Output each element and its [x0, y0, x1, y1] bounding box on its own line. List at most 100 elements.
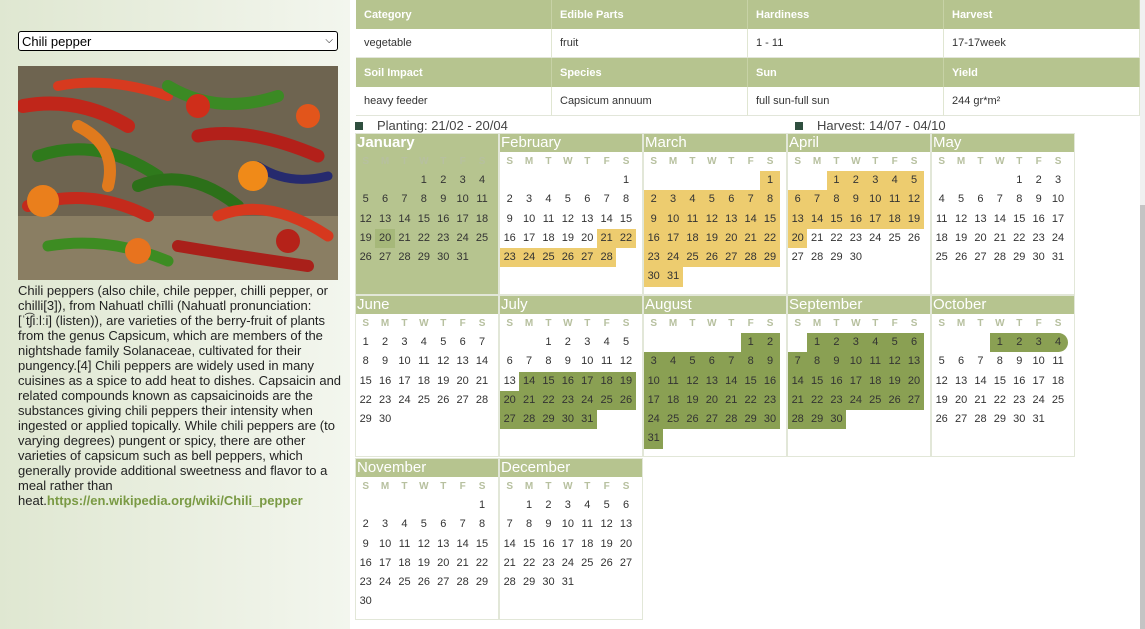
calendar-day[interactable]: 21 [807, 229, 826, 248]
calendar-day[interactable]: 14 [721, 371, 741, 391]
calendar-day[interactable]: 26 [434, 391, 453, 410]
calendar-day[interactable]: 9 [1010, 352, 1029, 371]
calendar-day[interactable]: 8 [740, 352, 761, 372]
calendar-day[interactable]: 1 [414, 171, 433, 190]
calendar-day[interactable]: 22 [740, 390, 761, 411]
calendar-day[interactable]: 28 [971, 410, 990, 429]
calendar-day[interactable]: 16 [846, 209, 866, 229]
calendar-day[interactable]: 27 [500, 410, 520, 430]
calendar-day[interactable]: 6 [721, 190, 741, 210]
calendar-day[interactable]: 24 [1048, 229, 1067, 248]
calendar-day[interactable]: 4 [682, 190, 703, 210]
calendar-day[interactable]: 20 [702, 390, 722, 411]
calendar-day[interactable]: 1 [826, 171, 847, 191]
calendar-day[interactable]: 8 [472, 515, 491, 534]
calendar-day[interactable]: 15 [740, 371, 761, 391]
calendar-day[interactable]: 11 [472, 190, 491, 209]
calendar-day[interactable]: 16 [1010, 372, 1029, 391]
calendar-day[interactable]: 31 [1048, 248, 1067, 267]
calendar-day[interactable]: 28 [740, 248, 761, 268]
calendar-day[interactable]: 23 [539, 554, 558, 573]
calendar-day[interactable]: 19 [597, 535, 616, 554]
calendar-day[interactable]: 14 [519, 371, 539, 391]
calendar-day[interactable]: 18 [414, 372, 433, 391]
calendar-day[interactable]: 30 [434, 248, 453, 267]
calendar-day[interactable]: 3 [453, 171, 472, 190]
calendar-day[interactable]: 10 [519, 210, 538, 229]
calendar-day[interactable]: 25 [472, 229, 491, 248]
calendar-day[interactable]: 23 [434, 229, 453, 248]
calendar-day[interactable]: 25 [932, 248, 951, 267]
calendar-day[interactable]: 17 [395, 372, 414, 391]
calendar-day[interactable]: 1 [519, 496, 538, 515]
calendar-day[interactable]: 10 [453, 190, 472, 209]
calendar-day[interactable]: 14 [740, 209, 761, 229]
calendar-day[interactable]: 28 [453, 573, 472, 592]
calendar-day[interactable]: 3 [865, 171, 885, 191]
calendar-day[interactable]: 7 [971, 352, 990, 371]
calendar-day[interactable]: 19 [932, 391, 951, 410]
calendar-day[interactable]: 11 [932, 210, 951, 229]
calendar-day[interactable]: 12 [616, 352, 635, 371]
calendar-day[interactable]: 16 [644, 228, 664, 249]
calendar-day[interactable]: 31 [663, 267, 683, 287]
calendar-day[interactable]: 21 [472, 372, 491, 391]
calendar-day[interactable]: 10 [558, 515, 577, 534]
calendar-day[interactable]: 7 [740, 190, 761, 210]
calendar-day[interactable]: 8 [616, 190, 635, 209]
calendar-day[interactable]: 2 [434, 171, 453, 190]
calendar-day[interactable]: 27 [951, 410, 970, 429]
calendar-day[interactable]: 2 [558, 333, 577, 352]
calendar-day[interactable]: 30 [644, 267, 664, 287]
calendar-day[interactable]: 22 [356, 391, 375, 410]
calendar-day[interactable]: 25 [578, 554, 597, 573]
calendar-day[interactable]: 28 [990, 248, 1009, 267]
calendar-day[interactable]: 12 [951, 210, 970, 229]
calendar-day[interactable]: 2 [826, 333, 847, 353]
calendar-day[interactable]: 1 [990, 333, 1010, 353]
calendar-day[interactable]: 10 [375, 535, 394, 554]
calendar-day[interactable]: 6 [578, 190, 597, 209]
calendar-day[interactable]: 16 [434, 210, 453, 229]
calendar-day[interactable]: 28 [721, 410, 741, 430]
calendar-day[interactable]: 19 [884, 371, 905, 391]
calendar-day[interactable]: 28 [395, 248, 414, 267]
calendar-day[interactable]: 2 [356, 515, 375, 534]
calendar-day[interactable]: 11 [414, 352, 433, 371]
calendar-day[interactable]: 2 [375, 333, 394, 352]
calendar-day[interactable]: 30 [1029, 248, 1048, 267]
calendar-day[interactable]: 5 [558, 190, 577, 209]
calendar-day[interactable]: 27 [577, 248, 597, 268]
calendar-day[interactable]: 24 [519, 248, 539, 268]
calendar-day[interactable]: 5 [932, 352, 951, 371]
calendar-day[interactable]: 13 [971, 210, 990, 229]
calendar-day[interactable]: 5 [951, 190, 970, 209]
calendar-day[interactable]: 2 [1029, 171, 1048, 190]
calendar-day[interactable]: 30 [826, 410, 847, 430]
calendar-day[interactable]: 23 [1010, 391, 1029, 410]
calendar-day[interactable]: 23 [644, 248, 664, 268]
calendar-day[interactable]: 17 [846, 371, 866, 391]
calendar-day[interactable]: 26 [558, 248, 578, 268]
calendar-day[interactable]: 25 [663, 410, 683, 430]
calendar-day[interactable]: 19 [558, 229, 577, 248]
calendar-day[interactable]: 17 [375, 554, 394, 573]
calendar-day[interactable]: 23 [558, 390, 578, 411]
calendar-day[interactable]: 29 [807, 410, 827, 430]
calendar-day[interactable]: 18 [865, 371, 885, 391]
calendar-day[interactable]: 15 [472, 535, 491, 554]
calendar-day[interactable]: 26 [682, 410, 703, 430]
calendar-day[interactable]: 29 [740, 410, 761, 430]
calendar-day[interactable]: 29 [472, 573, 491, 592]
calendar-day[interactable]: 18 [395, 554, 414, 573]
calendar-day[interactable]: 3 [1028, 333, 1049, 353]
calendar-day[interactable]: 26 [702, 248, 722, 268]
calendar-day[interactable]: 22 [616, 228, 636, 249]
calendar-day[interactable]: 14 [990, 210, 1009, 229]
calendar-day[interactable]: 1 [807, 333, 827, 353]
calendar-day[interactable]: 22 [472, 554, 491, 573]
calendar-day[interactable]: 14 [597, 210, 616, 229]
calendar-day[interactable]: 24 [395, 391, 414, 410]
calendar-day[interactable]: 29 [356, 410, 375, 429]
calendar-day[interactable]: 12 [558, 210, 577, 229]
